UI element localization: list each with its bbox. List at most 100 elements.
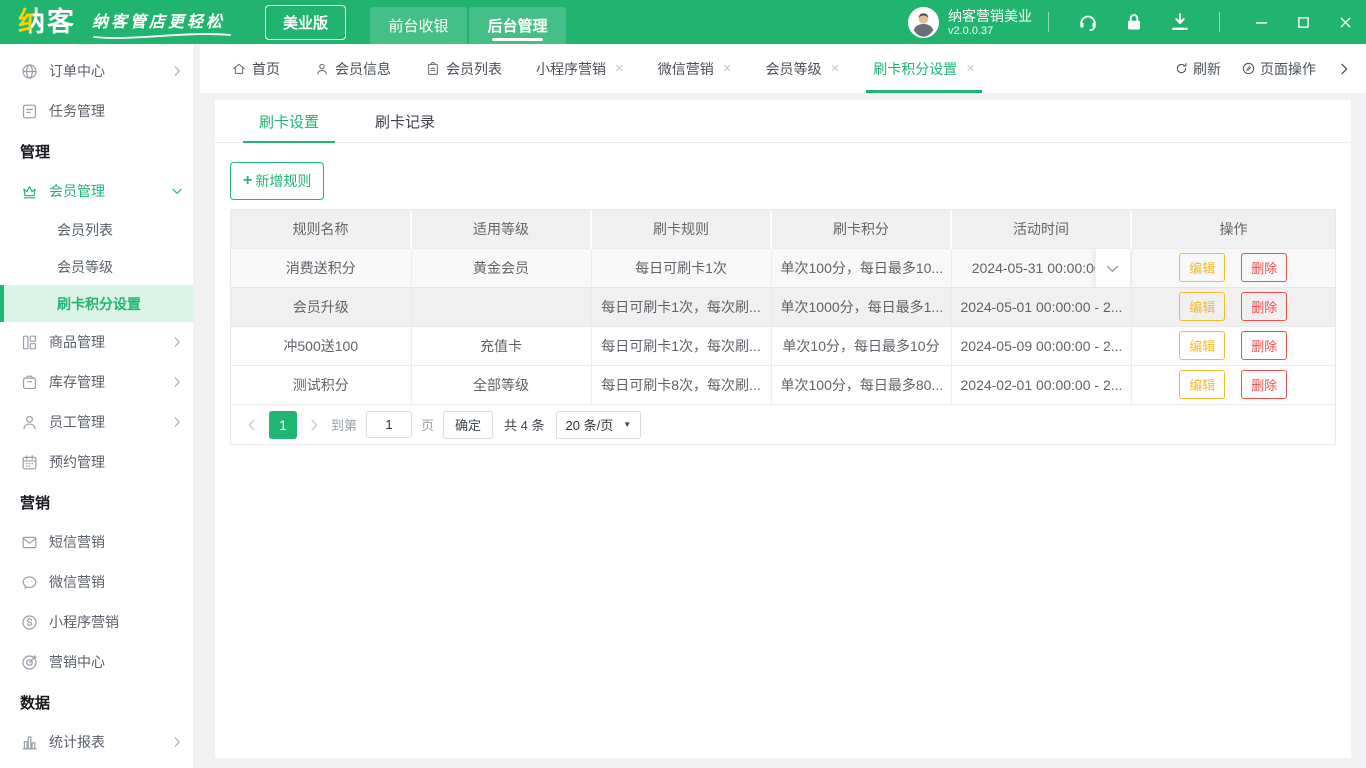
sidebar-item[interactable]: 统计报表: [0, 722, 200, 762]
sidebar-subitem[interactable]: 会员等级: [0, 248, 200, 285]
column-header: 适用等级: [411, 210, 591, 248]
sidebar-item[interactable]: 微信营销: [0, 562, 200, 602]
close-icon[interactable]: [1324, 0, 1366, 44]
window-controls: [1240, 0, 1366, 44]
slogan-underline-swoosh: [92, 30, 232, 40]
operations-cell: 编辑删除: [1131, 287, 1335, 326]
sms-marketing-icon: [20, 533, 39, 552]
document-tab[interactable]: 会员列表: [408, 44, 519, 93]
sidebar-item-label: 短信营销: [49, 532, 105, 552]
layout: 订单中心任务管理管理会员管理会员列表会员等级刷卡积分设置商品管理库存管理员工管理…: [0, 44, 1366, 768]
sidebar-section-label: 数据: [0, 682, 200, 722]
tab-close-icon[interactable]: ×: [723, 61, 732, 76]
table-cell: 消费送积分: [231, 248, 411, 287]
next-page-icon[interactable]: [306, 417, 322, 433]
page-actions-button[interactable]: 页面操作: [1241, 59, 1316, 79]
table-cell: 单次100分，每日最多80...: [771, 365, 951, 404]
chevron-right-icon: [170, 415, 184, 429]
user-name: 纳客营销美业: [948, 8, 1032, 25]
user-account[interactable]: 纳客营销美业 v2.0.0.37: [908, 7, 1032, 38]
page-number-input[interactable]: [366, 411, 412, 438]
document-tab[interactable]: 小程序营销×: [519, 44, 641, 93]
main-area: 首页会员信息会员列表小程序营销×微信营销×会员等级×刷卡积分设置× 刷新: [200, 44, 1366, 768]
edit-button[interactable]: 编辑: [1179, 253, 1225, 282]
pagination: 1 到第 页 确定 共 4 条 20 条/页 ▼: [231, 404, 1335, 444]
operations-cell: 编辑删除: [1131, 326, 1335, 365]
table-cell: 冲500送100: [231, 326, 411, 365]
wechat-marketing-icon: [20, 573, 39, 592]
tab-close-icon[interactable]: ×: [831, 61, 840, 76]
table-cell: 单次10分，每日最多10分: [771, 326, 951, 365]
document-tab[interactable]: 会员信息: [297, 44, 408, 93]
edit-button[interactable]: 编辑: [1179, 292, 1225, 321]
delete-button[interactable]: 删除: [1241, 253, 1287, 282]
page-size-select[interactable]: 20 条/页 ▼: [556, 411, 642, 439]
add-rule-button[interactable]: + 新增规则: [230, 162, 324, 200]
sidebar-item[interactable]: 预约管理: [0, 442, 200, 482]
delete-button[interactable]: 删除: [1241, 292, 1287, 321]
prev-page-icon[interactable]: [244, 417, 260, 433]
sidebar-item[interactable]: 员工管理: [0, 402, 200, 442]
table-row: 测试积分全部等级每日可刷卡8次，每次刷...单次100分，每日最多80...20…: [231, 365, 1335, 404]
sidebar-item[interactable]: 小程序营销: [0, 602, 200, 642]
maximize-icon[interactable]: [1282, 0, 1324, 44]
sidebar-item[interactable]: 库存管理: [0, 362, 200, 402]
sidebar-item-label: 统计报表: [49, 732, 105, 752]
confirm-page-button[interactable]: 确定: [443, 411, 493, 439]
plus-icon: +: [243, 175, 252, 187]
sidebar-section-label: 管理: [0, 131, 200, 171]
sidebar-item[interactable]: 任务管理: [0, 91, 200, 131]
sidebar-item[interactable]: 商品管理: [0, 322, 200, 362]
document-tab[interactable]: 刷卡积分设置×: [856, 44, 992, 93]
time-dropdown-button[interactable]: [1095, 248, 1131, 287]
document-tab-label: 微信营销: [658, 59, 714, 79]
edit-button[interactable]: 编辑: [1179, 370, 1225, 399]
column-header: 活动时间: [951, 210, 1131, 248]
booking-manage-icon: [20, 453, 39, 472]
refresh-icon: [1174, 61, 1189, 76]
header-nav-tab-1[interactable]: 后台管理: [469, 7, 566, 44]
sidebar-item[interactable]: 营销中心: [0, 642, 200, 682]
customer-service-icon[interactable]: [1077, 11, 1099, 33]
activity-time-cell: 2024-05-09 00:00:00 - 2...: [951, 326, 1131, 365]
sidebar-item-label: 库存管理: [49, 372, 105, 392]
edition-badge-button[interactable]: 美业版: [265, 5, 346, 40]
tab-card-records[interactable]: 刷卡记录: [375, 100, 435, 142]
lock-icon[interactable]: [1123, 11, 1145, 33]
delete-button[interactable]: 删除: [1241, 331, 1287, 360]
document-tab[interactable]: 会员等级×: [749, 44, 857, 93]
page-unit-label: 页: [421, 415, 434, 434]
current-page-button[interactable]: 1: [269, 411, 297, 439]
member-crown-icon: [20, 182, 39, 201]
refresh-button[interactable]: 刷新: [1174, 59, 1221, 79]
download-icon[interactable]: [1169, 11, 1191, 33]
sidebar-section-label: 营销: [0, 482, 200, 522]
sidebar-item[interactable]: 订单中心: [0, 51, 200, 91]
chevron-right-icon[interactable]: [1336, 61, 1352, 77]
brand-logo: 纳客: [18, 0, 76, 44]
goto-label: 到第: [331, 415, 357, 434]
sidebar-subitem[interactable]: 会员列表: [0, 211, 200, 248]
sidebar-item[interactable]: 短信营销: [0, 522, 200, 562]
tab-card-settings[interactable]: 刷卡设置: [259, 100, 319, 142]
tab-close-icon[interactable]: ×: [966, 61, 975, 76]
activity-time-cell: 2024-02-01 00:00:00 - 2...: [951, 365, 1131, 404]
sidebar-item-label: 员工管理: [49, 412, 105, 432]
document-tab[interactable]: 首页: [214, 44, 297, 93]
header-nav-tab-0[interactable]: 前台收银: [370, 7, 467, 44]
sidebar-item[interactable]: [0, 762, 200, 768]
sidebar-item-label: 小程序营销: [49, 612, 119, 632]
document-tab[interactable]: 微信营销 ×: [641, 44, 749, 93]
app-version: v2.0.0.37: [948, 25, 1032, 37]
sidebar-item[interactable]: 会员管理: [0, 171, 200, 211]
minimize-icon[interactable]: [1240, 0, 1282, 44]
tab-close-icon[interactable]: ×: [615, 61, 624, 76]
edit-button[interactable]: 编辑: [1179, 331, 1225, 360]
user-meta: 纳客营销美业 v2.0.0.37: [948, 8, 1032, 37]
column-header: 刷卡规则: [591, 210, 771, 248]
document-tabbar: 首页会员信息会员列表小程序营销×微信营销×会员等级×刷卡积分设置× 刷新: [200, 44, 1366, 93]
sidebar-item-label: 订单中心: [49, 61, 105, 81]
sidebar-subitem[interactable]: 刷卡积分设置: [0, 285, 200, 322]
stock-manage-icon: [20, 373, 39, 392]
delete-button[interactable]: 删除: [1241, 370, 1287, 399]
